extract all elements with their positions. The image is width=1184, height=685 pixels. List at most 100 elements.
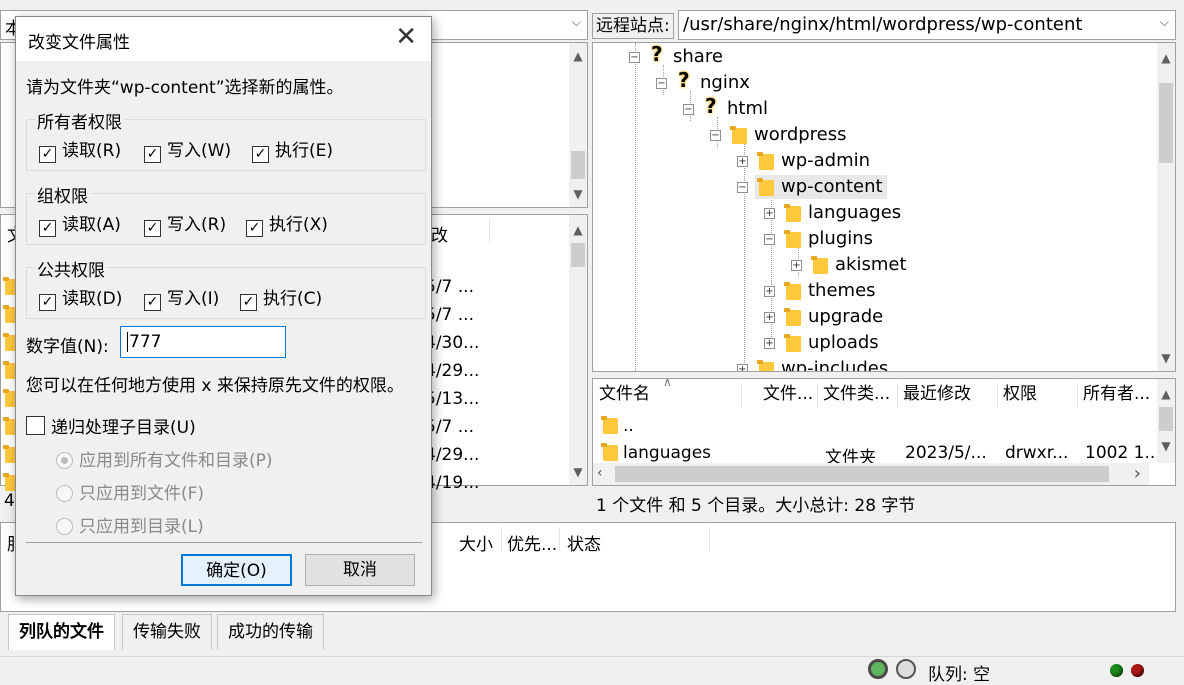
remote-path-combo[interactable]: /usr/share/nginx/html/wordpress/wp-conte… (678, 10, 1176, 40)
chevron-down-icon[interactable]: ⌵ (572, 15, 581, 30)
recurse-subdirs-checkbox[interactable]: 递归处理子目录(U) (26, 413, 196, 438)
tree-node-nginx[interactable]: ? nginx (674, 68, 754, 95)
remote-tree-scrollbar[interactable]: ▲ ▼ (1157, 43, 1175, 371)
apply-files-radio[interactable]: 只应用到文件(F) (56, 479, 204, 504)
tree-node-wordpress[interactable]: wordpress (728, 123, 851, 147)
public-exec-checkbox[interactable]: ✓ 执行(C) (240, 284, 322, 311)
owner-exec-checkbox[interactable]: ✓ 执行(E) (252, 136, 333, 163)
remote-list-header: 文件名 ∧ 文件... 文件类... 最近修改 权限 所有者... (593, 379, 1149, 409)
scroll-thumb[interactable] (571, 243, 585, 267)
tab-failed-transfers[interactable]: 传输失败 (122, 614, 212, 650)
unknown-folder-icon: ? (678, 68, 690, 92)
scroll-up-icon[interactable]: ▲ (1157, 49, 1175, 67)
remote-list-hscroll[interactable]: ‹ › (593, 463, 1149, 485)
unknown-folder-icon: ? (651, 42, 663, 66)
cell-modified: 4/30... (425, 333, 480, 353)
public-write-checkbox[interactable]: ✓ 写入(I) (144, 284, 219, 311)
tree-expander-icon[interactable]: + (791, 260, 802, 271)
scroll-up-icon[interactable]: ▲ (569, 221, 587, 239)
folder-icon (757, 178, 774, 196)
public-permissions-title: 公共权限 (35, 256, 107, 281)
folder-icon (730, 126, 747, 144)
remote-list-scrollbar[interactable]: ▲ ▼ (1157, 379, 1175, 463)
group-exec-checkbox[interactable]: ✓ 执行(X) (246, 210, 328, 237)
group-read-checkbox[interactable]: ✓ 读取(A) (39, 210, 121, 237)
remote-status-bar: 1 个文件 和 5 个目录。大小总计: 28 字节 (592, 488, 1176, 516)
group-write-checkbox[interactable]: ✓ 写入(R) (144, 210, 226, 237)
folder-icon (784, 230, 801, 248)
owner-write-checkbox[interactable]: ✓ 写入(W) (144, 136, 231, 163)
table-row[interactable]: .. (593, 413, 1149, 439)
apply-all-radio[interactable]: 应用到所有文件和目录(P) (56, 446, 273, 471)
tree-node-upgrade[interactable]: upgrade (782, 305, 887, 329)
apply-dirs-radio[interactable]: 只应用到目录(L) (56, 512, 204, 537)
scroll-right-icon[interactable]: › (1134, 463, 1141, 484)
scroll-left-icon[interactable]: ‹ (597, 465, 603, 481)
numeric-value-input[interactable]: 777 (120, 326, 286, 358)
tree-node-themes[interactable]: themes (782, 279, 880, 303)
tree-node-wp-content[interactable]: wp-content (755, 175, 887, 199)
scroll-down-icon[interactable]: ▼ (1157, 437, 1175, 455)
scroll-up-icon[interactable]: ▲ (1157, 385, 1175, 403)
tree-expander-icon[interactable]: − (629, 52, 640, 63)
cancel-button[interactable]: 取消 (305, 554, 415, 586)
queue-col-priority[interactable]: 优先... (507, 530, 557, 555)
col-owner[interactable]: 所有者... (1083, 379, 1149, 409)
queue-col-size[interactable]: 大小 (459, 530, 493, 555)
tree-node-uploads[interactable]: uploads (782, 331, 883, 355)
gear-icon[interactable] (868, 659, 888, 679)
scroll-thumb[interactable] (615, 466, 1109, 482)
tab-queued-files[interactable]: 列队的文件 (8, 614, 115, 650)
tree-expander-icon[interactable]: + (764, 286, 775, 297)
tree-node-languages[interactable]: languages (782, 201, 905, 225)
scroll-thumb[interactable] (571, 151, 585, 179)
col-modified[interactable]: 最近修改 (903, 379, 995, 409)
folder-icon (784, 334, 801, 352)
tree-expander-icon[interactable]: + (764, 312, 775, 323)
tree-node-share[interactable]: ? share (647, 42, 727, 69)
tree-expander-icon[interactable]: + (737, 156, 748, 167)
tree-node-html[interactable]: ? html (701, 94, 772, 121)
tree-node-wp-includes[interactable]: wp-includes (755, 357, 892, 372)
owner-read-checkbox[interactable]: ✓ 读取(R) (39, 136, 121, 163)
col-filetype[interactable]: 文件类... (823, 379, 895, 409)
speed-limit-icon[interactable] (896, 659, 916, 679)
cell-modified: 4/29... (425, 361, 480, 381)
public-read-checkbox[interactable]: ✓ 读取(D) (39, 284, 122, 311)
col-permissions[interactable]: 权限 (1003, 379, 1075, 409)
dialog-title: 改变文件属性 (28, 33, 130, 53)
queue-col-status[interactable]: 状态 (567, 530, 601, 555)
tree-expander-icon[interactable]: − (683, 104, 694, 115)
local-tree-scrollbar[interactable]: ▲ ▼ (569, 43, 587, 207)
tree-expander-icon[interactable]: + (764, 208, 775, 219)
folder-icon (601, 416, 618, 434)
remote-path-input[interactable]: /usr/share/nginx/html/wordpress/wp-conte… (683, 14, 1082, 35)
tree-expander-icon[interactable]: + (737, 364, 748, 371)
dialog-divider (26, 542, 422, 543)
chevron-down-icon[interactable]: ⌵ (1160, 15, 1169, 30)
col-filesize[interactable]: 文件... (763, 379, 815, 409)
scroll-down-icon[interactable]: ▼ (1157, 349, 1175, 367)
scroll-thumb[interactable] (1159, 407, 1173, 431)
local-list-scrollbar[interactable]: ▲ ▼ (569, 215, 587, 485)
tree-node-label: wp-includes (781, 358, 889, 372)
tree-expander-icon[interactable]: + (764, 338, 775, 349)
tree-node-wp-admin[interactable]: wp-admin (755, 149, 874, 173)
tree-node-plugins[interactable]: plugins (782, 227, 877, 251)
folder-icon (757, 360, 774, 371)
scroll-up-icon[interactable]: ▲ (569, 47, 587, 65)
tree-expander-icon[interactable]: − (764, 234, 775, 245)
cell-modified: 5/7 ... (425, 417, 474, 437)
tree-expander-icon[interactable]: − (656, 78, 667, 89)
ok-button[interactable]: 确定(O) (181, 554, 292, 586)
scroll-down-icon[interactable]: ▼ (569, 463, 587, 481)
tab-successful-transfers[interactable]: 成功的传输 (217, 614, 324, 650)
close-icon[interactable]: ✕ (395, 22, 417, 52)
tree-expander-icon[interactable]: − (737, 182, 748, 193)
scroll-thumb[interactable] (1159, 83, 1173, 163)
scroll-down-icon[interactable]: ▼ (569, 185, 587, 203)
tree-node-akismet[interactable]: akismet (809, 253, 911, 277)
cell-name: languages (623, 443, 712, 463)
numeric-value-label: 数字值(N): (26, 337, 109, 357)
tree-expander-icon[interactable]: − (710, 130, 721, 141)
